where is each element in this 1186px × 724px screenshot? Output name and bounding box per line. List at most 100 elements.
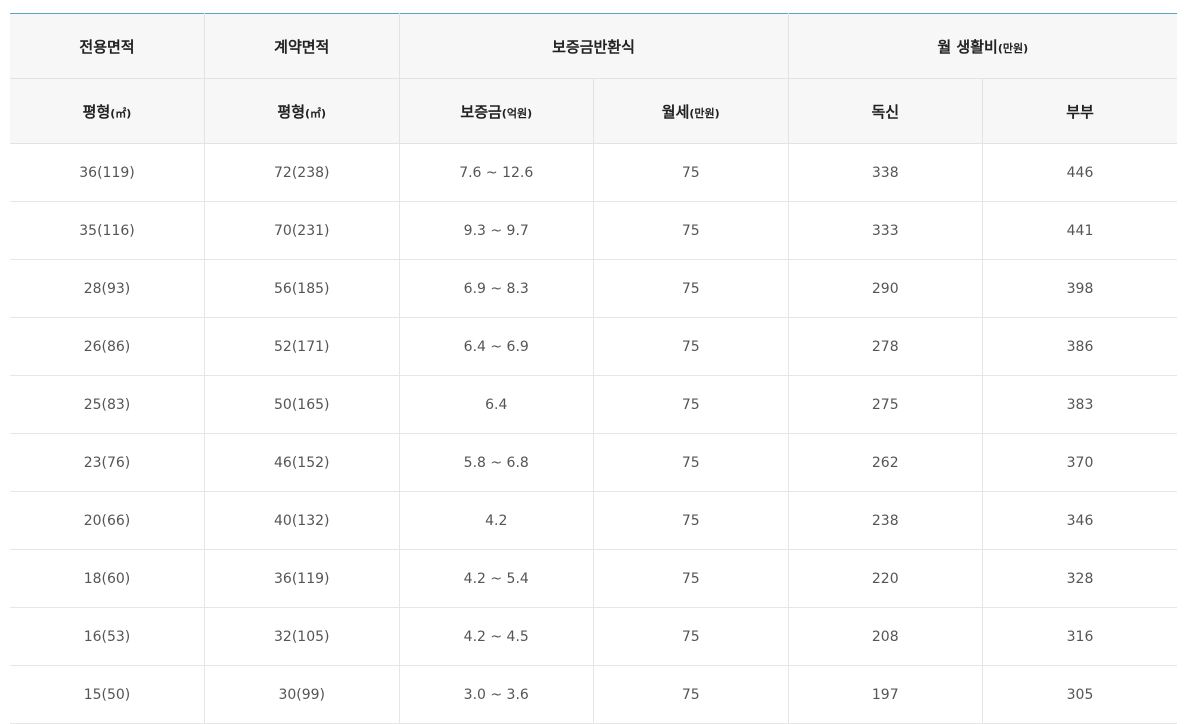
header-single: 독신 <box>787 78 983 144</box>
cell-couple: 441 <box>982 201 1178 260</box>
cell-couple: 398 <box>982 259 1178 318</box>
cell-deposit: 6.4 ~ 6.9 <box>398 317 594 376</box>
header-deposit-return: 보증금반환식 <box>398 13 788 79</box>
header-living-cost-unit: (만원) <box>997 41 1029 55</box>
cell-contract-area: 72(238) <box>204 143 399 202</box>
cell-deposit: 9.3 ~ 9.7 <box>398 201 594 260</box>
header-row-1: 전용면적 계약면적 보증금반환식 월 생활비(만원) <box>10 13 1178 79</box>
table-header: 전용면적 계약면적 보증금반환식 월 생활비(만원) 평형(㎡) 평형(㎡) 보… <box>10 13 1178 144</box>
table-row: 20(66) 40(132) 4.2 75 238 346 <box>10 491 1178 550</box>
header-contract-area: 계약면적 <box>204 13 399 79</box>
table-row: 18(60) 36(119) 4.2 ~ 5.4 75 220 328 <box>10 549 1178 608</box>
header-single-label: 독신 <box>871 102 900 121</box>
cell-monthly-rent: 75 <box>593 259 788 318</box>
header-row-2: 평형(㎡) 평형(㎡) 보증금(억원) 월세(만원) 독신 부부 <box>10 78 1178 144</box>
cell-exclusive-area: 15(50) <box>10 665 205 724</box>
cell-couple: 346 <box>982 491 1178 550</box>
cell-exclusive-area: 23(76) <box>10 433 205 492</box>
cell-single: 220 <box>787 549 983 608</box>
cell-deposit: 3.0 ~ 3.6 <box>398 665 594 724</box>
cell-couple: 370 <box>982 433 1178 492</box>
table-row: 35(116) 70(231) 9.3 ~ 9.7 75 333 441 <box>10 201 1178 260</box>
table-row: 15(50) 30(99) 3.0 ~ 3.6 75 197 305 <box>10 665 1178 724</box>
header-monthly-rent: 월세(만원) <box>593 78 788 144</box>
pricing-table: 전용면적 계약면적 보증금반환식 월 생활비(만원) 평형(㎡) 평형(㎡) 보… <box>10 13 1178 724</box>
table-row: 28(93) 56(185) 6.9 ~ 8.3 75 290 398 <box>10 259 1178 318</box>
header-pyeong-contract-unit: (㎡) <box>305 106 327 120</box>
header-exclusive-area: 전용면적 <box>10 13 205 79</box>
cell-exclusive-area: 16(53) <box>10 607 205 666</box>
cell-contract-area: 36(119) <box>204 549 399 608</box>
cell-single: 262 <box>787 433 983 492</box>
header-couple-label: 부부 <box>1066 102 1094 121</box>
cell-deposit: 4.2 ~ 5.4 <box>398 549 594 608</box>
header-pyeong-exclusive-label: 평형 <box>82 102 111 121</box>
table-row: 16(53) 32(105) 4.2 ~ 4.5 75 208 316 <box>10 607 1178 666</box>
cell-contract-area: 52(171) <box>204 317 399 376</box>
cell-exclusive-area: 25(83) <box>10 375 205 434</box>
cell-single: 290 <box>787 259 983 318</box>
cell-couple: 328 <box>982 549 1178 608</box>
header-deposit: 보증금(억원) <box>398 78 594 144</box>
cell-exclusive-area: 20(66) <box>10 491 205 550</box>
cell-monthly-rent: 75 <box>593 549 788 608</box>
cell-single: 208 <box>787 607 983 666</box>
cell-couple: 316 <box>982 607 1178 666</box>
cell-monthly-rent: 75 <box>593 433 788 492</box>
cell-single: 278 <box>787 317 983 376</box>
cell-exclusive-area: 18(60) <box>10 549 205 608</box>
header-monthly-rent-label: 월세 <box>661 102 690 121</box>
cell-couple: 383 <box>982 375 1178 434</box>
table-body: 36(119) 72(238) 7.6 ~ 12.6 75 338 446 35… <box>10 143 1178 724</box>
cell-exclusive-area: 36(119) <box>10 143 205 202</box>
header-deposit-label: 보증금 <box>460 102 502 121</box>
cell-contract-area: 56(185) <box>204 259 399 318</box>
table-row: 25(83) 50(165) 6.4 75 275 383 <box>10 375 1178 434</box>
cell-contract-area: 30(99) <box>204 665 399 724</box>
cell-deposit: 6.4 <box>398 375 594 434</box>
cell-single: 238 <box>787 491 983 550</box>
cell-monthly-rent: 75 <box>593 665 788 724</box>
table-row: 26(86) 52(171) 6.4 ~ 6.9 75 278 386 <box>10 317 1178 376</box>
cell-deposit: 6.9 ~ 8.3 <box>398 259 594 318</box>
cell-deposit: 7.6 ~ 12.6 <box>398 143 594 202</box>
cell-couple: 386 <box>982 317 1178 376</box>
header-deposit-return-label: 보증금반환식 <box>552 37 635 56</box>
cell-monthly-rent: 75 <box>593 607 788 666</box>
cell-contract-area: 32(105) <box>204 607 399 666</box>
header-monthly-rent-unit: (만원) <box>689 106 720 120</box>
header-living-cost: 월 생활비(만원) <box>787 13 1178 79</box>
table-row: 36(119) 72(238) 7.6 ~ 12.6 75 338 446 <box>10 143 1178 202</box>
cell-single: 197 <box>787 665 983 724</box>
cell-exclusive-area: 35(116) <box>10 201 205 260</box>
cell-contract-area: 70(231) <box>204 201 399 260</box>
header-couple: 부부 <box>982 78 1178 144</box>
header-pyeong-exclusive-unit: (㎡) <box>110 106 132 120</box>
cell-monthly-rent: 75 <box>593 491 788 550</box>
header-living-cost-label: 월 생활비 <box>937 37 998 56</box>
cell-couple: 446 <box>982 143 1178 202</box>
cell-deposit: 4.2 ~ 4.5 <box>398 607 594 666</box>
table-row: 23(76) 46(152) 5.8 ~ 6.8 75 262 370 <box>10 433 1178 492</box>
cell-monthly-rent: 75 <box>593 201 788 260</box>
header-contract-area-label: 계약면적 <box>274 37 330 56</box>
header-pyeong-contract-label: 평형 <box>277 102 306 121</box>
cell-deposit: 5.8 ~ 6.8 <box>398 433 594 492</box>
cell-single: 275 <box>787 375 983 434</box>
header-exclusive-area-label: 전용면적 <box>79 37 135 56</box>
cell-single: 338 <box>787 143 983 202</box>
cell-couple: 305 <box>982 665 1178 724</box>
header-pyeong-exclusive: 평형(㎡) <box>10 78 205 144</box>
cell-contract-area: 50(165) <box>204 375 399 434</box>
cell-deposit: 4.2 <box>398 491 594 550</box>
header-deposit-unit: (억원) <box>501 106 533 120</box>
cell-single: 333 <box>787 201 983 260</box>
cell-exclusive-area: 26(86) <box>10 317 205 376</box>
cell-exclusive-area: 28(93) <box>10 259 205 318</box>
header-pyeong-contract: 평형(㎡) <box>204 78 399 144</box>
cell-monthly-rent: 75 <box>593 375 788 434</box>
cell-monthly-rent: 75 <box>593 143 788 202</box>
cell-monthly-rent: 75 <box>593 317 788 376</box>
cell-contract-area: 46(152) <box>204 433 399 492</box>
cell-contract-area: 40(132) <box>204 491 399 550</box>
